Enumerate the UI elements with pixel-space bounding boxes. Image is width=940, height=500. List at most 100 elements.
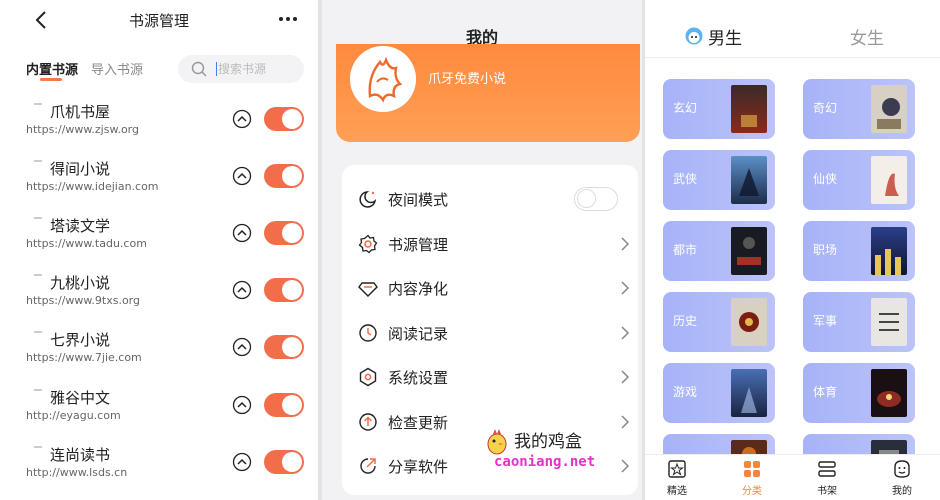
- menu-item-system-settings[interactable]: 系统设置: [342, 359, 638, 395]
- diamond-icon: [358, 282, 378, 297]
- move-up-icon[interactable]: [232, 280, 252, 300]
- move-up-icon[interactable]: [232, 452, 252, 472]
- featured-icon: [668, 460, 686, 478]
- search-input[interactable]: [218, 59, 298, 79]
- category-card[interactable]: 军事: [803, 292, 915, 352]
- search-icon: [191, 61, 207, 77]
- hexagon-settings-icon: [359, 367, 377, 387]
- category-card[interactable]: 职场: [803, 221, 915, 281]
- menu-item-content-purify[interactable]: 内容净化: [342, 270, 638, 306]
- category-label: 都市: [673, 243, 698, 257]
- book-cover: [871, 85, 907, 133]
- category-card[interactable]: 玄幻: [663, 79, 775, 139]
- category-label: 职场: [813, 243, 838, 257]
- move-up-icon[interactable]: [232, 337, 252, 357]
- category-card[interactable]: 游戏: [663, 363, 775, 423]
- toggle-knob: [577, 189, 596, 208]
- source-url: http://eyagu.com: [26, 409, 121, 422]
- chevron-right-icon: [621, 281, 630, 295]
- source-row: 塔读文学 https://www.tadu.com: [0, 215, 318, 269]
- source-row: 雅谷中文 http://eyagu.com: [0, 387, 318, 441]
- category-grid-icon: [744, 461, 760, 477]
- source-enabled-toggle[interactable]: [264, 393, 304, 417]
- source-bullet: [34, 389, 42, 391]
- more-options-icon[interactable]: [278, 12, 298, 26]
- tab-builtin-sources[interactable]: 内置书源: [26, 59, 78, 78]
- category-card[interactable]: 仙侠: [803, 150, 915, 210]
- source-bullet: [34, 217, 42, 219]
- menu-label: 分享软件: [388, 458, 449, 476]
- category-label: 军事: [813, 314, 838, 328]
- source-name: 七界小说: [50, 331, 111, 349]
- category-card[interactable]: 体育: [803, 363, 915, 423]
- category-label: 游戏: [673, 385, 698, 399]
- toggle-knob: [282, 223, 302, 243]
- source-enabled-toggle[interactable]: [264, 278, 304, 302]
- source-enabled-toggle[interactable]: [264, 164, 304, 188]
- watermark-url: caoniang.net: [494, 454, 596, 470]
- clock-icon: [359, 324, 377, 342]
- source-bullet: [34, 331, 42, 333]
- move-up-icon[interactable]: [232, 166, 252, 186]
- chevron-right-icon: [621, 326, 630, 340]
- source-row: 得间小说 https://www.idejian.com: [0, 158, 318, 212]
- category-card[interactable]: 奇幻: [803, 79, 915, 139]
- night-mode-toggle[interactable]: [574, 187, 618, 211]
- avatar[interactable]: [350, 46, 416, 112]
- menu-item-night-mode[interactable]: 夜间模式: [342, 181, 638, 217]
- book-cover: [731, 369, 767, 417]
- nav-label: 我的: [892, 486, 912, 497]
- chick-icon: [487, 429, 507, 455]
- my-page-screen: 我的 爪牙免费小说 夜间模式 书源管理 内容净化 阅读记录 系统设置 检查更新 …: [322, 0, 642, 500]
- move-up-icon[interactable]: [232, 223, 252, 243]
- move-up-icon[interactable]: [232, 395, 252, 415]
- moon-icon: [359, 191, 377, 208]
- book-cover: [731, 156, 767, 204]
- source-row: 爪机书屋 https://www.zjsw.org: [0, 101, 318, 155]
- move-up-icon[interactable]: [232, 109, 252, 129]
- source-bullet: [34, 103, 42, 105]
- toggle-knob: [282, 395, 302, 415]
- profile-card[interactable]: 爪牙免费小说: [336, 44, 640, 142]
- category-card[interactable]: 历史: [663, 292, 775, 352]
- book-cover: [731, 85, 767, 133]
- profile-name: 爪牙免费小说: [428, 72, 507, 87]
- menu-label: 书源管理: [388, 236, 449, 254]
- text-cursor: [216, 62, 217, 76]
- nav-category[interactable]: 分类: [727, 459, 777, 499]
- source-enabled-toggle[interactable]: [264, 221, 304, 245]
- nav-featured[interactable]: 精选: [652, 459, 702, 499]
- nav-mine[interactable]: 我的: [877, 459, 927, 499]
- category-card[interactable]: 都市: [663, 221, 775, 281]
- gear-icon: [358, 234, 378, 254]
- category-label: 历史: [673, 314, 698, 328]
- nav-bookshelf[interactable]: 书架: [802, 459, 852, 499]
- source-enabled-toggle[interactable]: [264, 107, 304, 131]
- source-enabled-toggle[interactable]: [264, 450, 304, 474]
- menu-item-reading-history[interactable]: 阅读记录: [342, 315, 638, 351]
- search-box[interactable]: [178, 55, 304, 83]
- menu-item-source-manager[interactable]: 书源管理: [342, 226, 638, 262]
- source-bullet: [34, 274, 42, 276]
- book-cover: [731, 298, 767, 346]
- tab-import-sources[interactable]: 导入书源: [91, 59, 143, 78]
- source-row: 九桃小说 https://www.9txs.org: [0, 272, 318, 326]
- book-cover: [871, 369, 907, 417]
- page-title: 书源管理: [128, 12, 189, 30]
- category-card[interactable]: 武侠: [663, 150, 775, 210]
- nav-label: 书架: [817, 486, 837, 497]
- tab-male[interactable]: 男生: [708, 24, 742, 49]
- toggle-knob: [282, 280, 302, 300]
- source-enabled-toggle[interactable]: [264, 335, 304, 359]
- source-url: https://www.idejian.com: [26, 180, 159, 193]
- header: 书源管理: [0, 0, 318, 40]
- tab-female[interactable]: 女生: [850, 24, 884, 49]
- chevron-right-icon: [621, 237, 630, 251]
- source-name: 塔读文学: [50, 217, 111, 235]
- boy-face-icon: [685, 27, 703, 45]
- toggle-knob: [282, 166, 302, 186]
- watermark: 我的鸡盒 caoniang.net: [484, 424, 624, 474]
- book-cover: [871, 227, 907, 275]
- category-label: 奇幻: [813, 101, 838, 115]
- toggle-knob: [282, 337, 302, 357]
